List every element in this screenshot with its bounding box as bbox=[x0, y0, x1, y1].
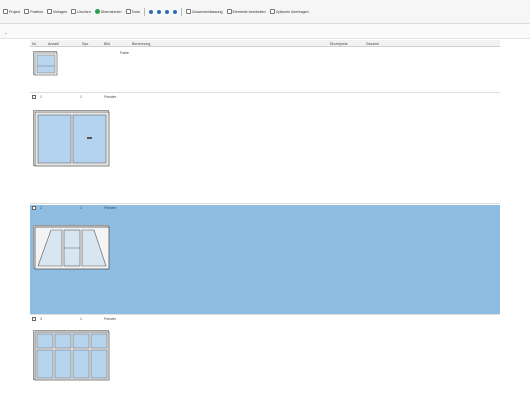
window-pane-top-1 bbox=[36, 333, 54, 349]
position-count: 1 bbox=[80, 95, 82, 99]
window-thumbnail bbox=[33, 225, 110, 270]
toolbar-delete-button[interactable]: Löschen bbox=[71, 9, 91, 14]
tools-icon bbox=[125, 9, 131, 14]
window-thumbnail bbox=[33, 110, 110, 167]
window-pane-bottom-2 bbox=[54, 349, 72, 379]
position-properties bbox=[120, 104, 160, 169]
position-count: 1 bbox=[80, 317, 82, 321]
window-pane-top-2 bbox=[54, 333, 72, 349]
table-row[interactable]: 1 1 Fenster bbox=[30, 94, 500, 204]
project-icon bbox=[3, 9, 8, 14]
delete-icon bbox=[71, 9, 77, 14]
toolbar-summary-button[interactable]: Zusammenfassung bbox=[185, 9, 223, 14]
row-checkbox[interactable] bbox=[32, 206, 36, 210]
column-header-image[interactable]: Bild bbox=[104, 42, 110, 46]
nav-first-icon bbox=[148, 9, 153, 14]
window-drawing bbox=[34, 226, 110, 270]
apply-icon bbox=[94, 9, 100, 14]
column-header-total[interactable]: Gesamt bbox=[366, 42, 379, 46]
window-thumbnail bbox=[33, 51, 58, 76]
row-checkbox[interactable] bbox=[32, 317, 36, 321]
toolbar: Project Position Vorlagen Löschen Überna… bbox=[0, 0, 530, 24]
toolbar-tools-button[interactable]: Tools bbox=[125, 9, 140, 14]
window-drawing bbox=[34, 111, 110, 167]
toolbar-position-button[interactable]: Position bbox=[24, 9, 43, 14]
window-drawing bbox=[34, 331, 110, 381]
toolbar-apply-button[interactable]: Übernahmen bbox=[94, 9, 122, 14]
property-line bbox=[120, 342, 160, 347]
position-number: 1 bbox=[40, 95, 42, 99]
window-glass bbox=[36, 54, 56, 74]
position-kind: Fenster bbox=[104, 317, 117, 321]
column-header-nr[interactable]: Nr. bbox=[32, 42, 37, 46]
column-header-description[interactable]: Benennung bbox=[132, 42, 150, 46]
window-pane-bottom-4 bbox=[90, 349, 108, 379]
property-line bbox=[120, 258, 160, 263]
toolbar-nav-first[interactable] bbox=[148, 9, 153, 14]
window-thumbnail bbox=[33, 330, 110, 381]
toolbar-edit-elements-button[interactable]: Elemente bearbeiten bbox=[226, 9, 266, 14]
window-handle bbox=[87, 137, 92, 139]
edit-elements-icon bbox=[226, 9, 232, 14]
property-line bbox=[120, 280, 160, 285]
summary-icon bbox=[185, 9, 191, 14]
property-line bbox=[120, 369, 160, 374]
window-drawing bbox=[34, 52, 58, 76]
nav-next-icon bbox=[164, 9, 169, 14]
property-line bbox=[120, 120, 160, 125]
toolbar-transfer-options-button[interactable]: Optionen übertragen bbox=[269, 9, 309, 14]
table-header: Nr. Anzahl Sys. Bild Benennung Einzelpre… bbox=[30, 40, 500, 47]
window-pane-bottom-3 bbox=[72, 349, 90, 379]
window-sash-left bbox=[37, 114, 72, 164]
position-number: 2 bbox=[40, 206, 42, 210]
position-icon bbox=[24, 9, 30, 14]
table-row[interactable]: 3 1 Fenster bbox=[30, 316, 500, 416]
toolbar-nav-last[interactable] bbox=[172, 9, 177, 14]
property-line bbox=[120, 67, 160, 72]
toolbar-nav-prev[interactable] bbox=[156, 9, 161, 14]
position-properties bbox=[120, 326, 160, 396]
window-pane-top-4 bbox=[90, 333, 108, 349]
chevron-down-icon[interactable]: ⌄ bbox=[4, 30, 7, 35]
toolbar-separator bbox=[143, 7, 145, 16]
nav-prev-icon bbox=[156, 9, 161, 14]
table-row[interactable]: Farbe bbox=[30, 48, 500, 93]
property-line bbox=[120, 391, 160, 396]
window-pane-top-3 bbox=[72, 333, 90, 349]
toolbar-nav-next[interactable] bbox=[164, 9, 169, 14]
position-kind: Fenster bbox=[104, 95, 117, 99]
templates-icon bbox=[46, 9, 52, 14]
nav-last-icon bbox=[172, 9, 177, 14]
position-properties bbox=[120, 215, 160, 285]
property-line bbox=[120, 78, 160, 83]
position-number: 3 bbox=[40, 317, 42, 321]
column-header-unit-price[interactable]: Einzelpreis bbox=[330, 42, 348, 46]
column-header-system[interactable]: Sys. bbox=[82, 42, 89, 46]
toolbar-templates-button[interactable]: Vorlagen bbox=[46, 9, 67, 14]
toolbar-project-button[interactable]: Project bbox=[3, 9, 20, 14]
sub-toolbar: ⌄ bbox=[0, 24, 530, 39]
table-row-selected[interactable]: 2 1 Fenster bbox=[30, 205, 500, 315]
window-pane-bottom-1 bbox=[36, 349, 54, 379]
transfer-options-icon bbox=[269, 9, 275, 14]
position-properties: Farbe bbox=[120, 51, 160, 83]
position-count: 1 bbox=[80, 206, 82, 210]
toolbar-separator bbox=[180, 7, 182, 16]
property-line bbox=[120, 231, 160, 236]
property-line bbox=[120, 147, 160, 152]
property-line bbox=[120, 163, 160, 168]
position-kind: Fenster bbox=[104, 206, 117, 210]
row-checkbox[interactable] bbox=[32, 95, 36, 99]
column-header-count[interactable]: Anzahl bbox=[48, 42, 59, 46]
